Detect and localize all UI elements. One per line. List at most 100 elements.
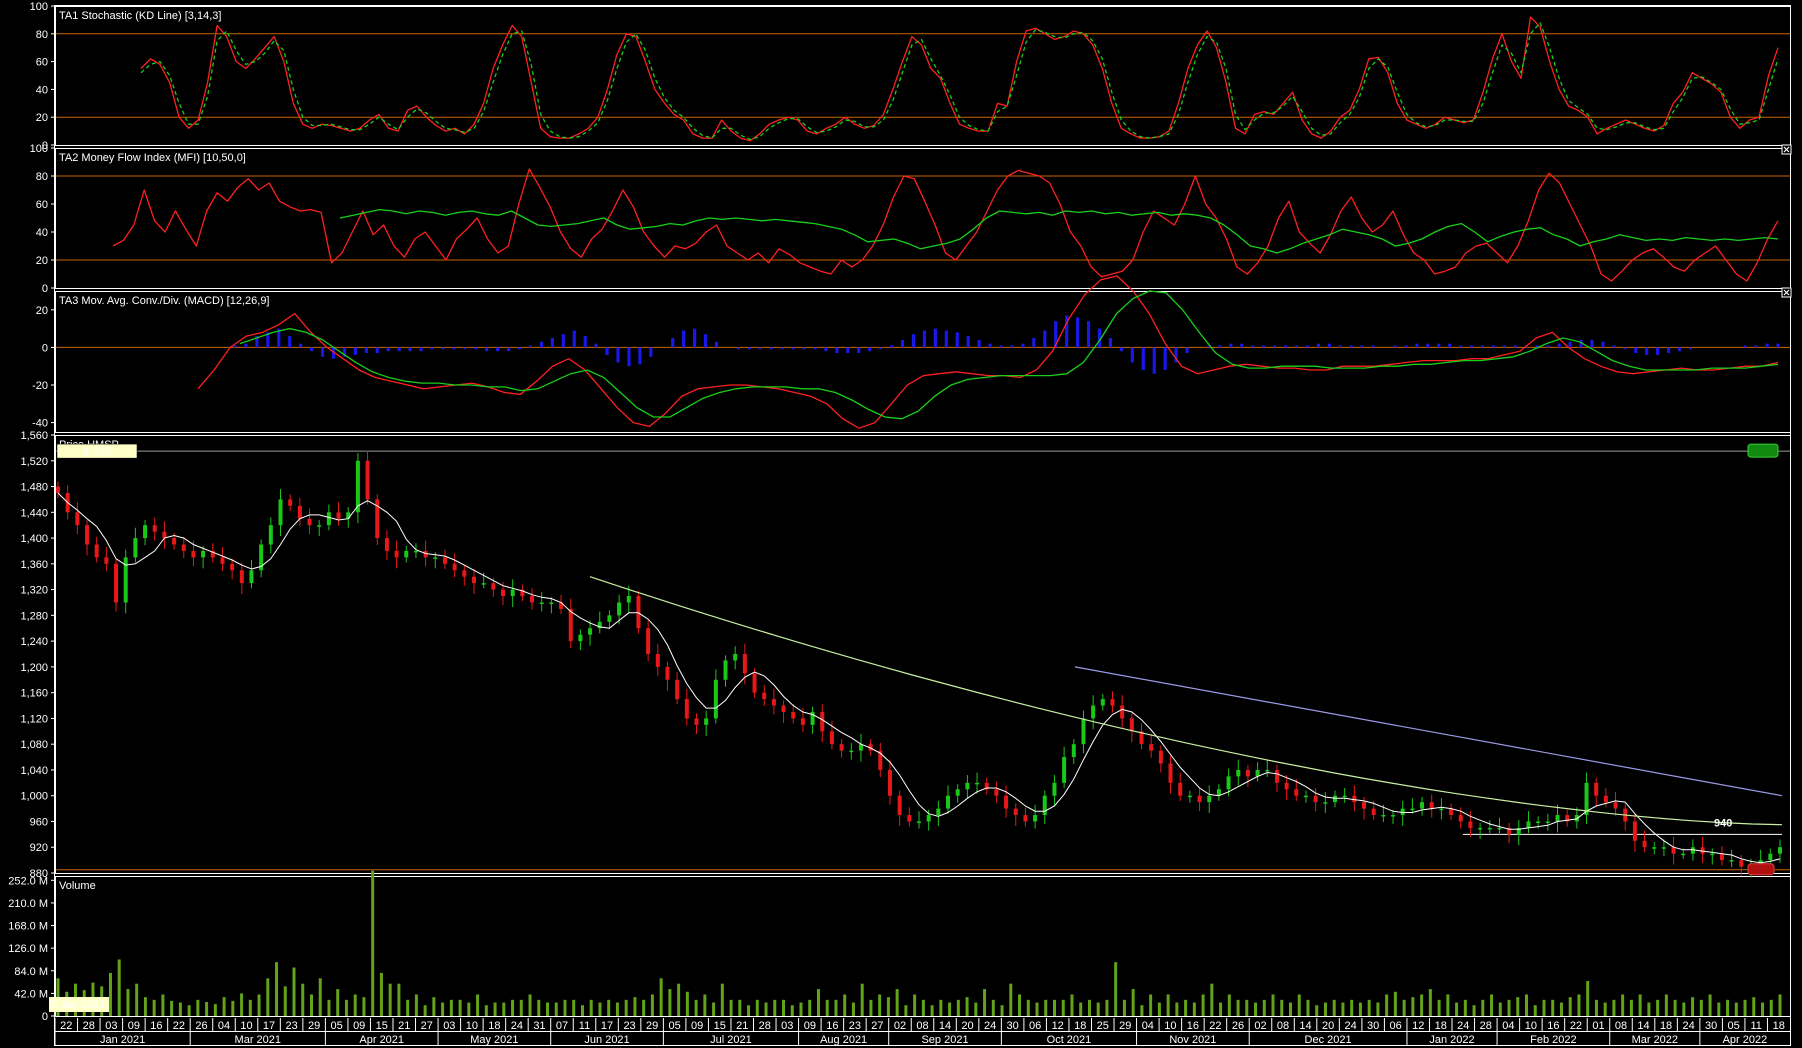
x-day-label: 18 xyxy=(1074,1020,1086,1032)
x-day-label: 09 xyxy=(691,1020,703,1032)
candle-body xyxy=(1149,744,1154,751)
price-candle xyxy=(1323,791,1328,814)
outer-frame xyxy=(54,5,1791,1046)
candle-body xyxy=(675,679,680,700)
x-day-label: 29 xyxy=(308,1020,320,1032)
price-candle xyxy=(839,739,844,758)
price-candle xyxy=(1342,787,1347,803)
x-day-label: 09 xyxy=(353,1020,365,1032)
x-day-label: 18 xyxy=(1435,1020,1447,1032)
candle-body xyxy=(1052,782,1057,796)
price-candle xyxy=(1216,784,1221,801)
y-tick-label: 126.0 M xyxy=(8,943,48,955)
candle-body xyxy=(278,499,283,526)
candle-body xyxy=(684,699,689,719)
candle-body xyxy=(1439,808,1444,811)
candle-body xyxy=(249,570,254,584)
candle-body xyxy=(1778,847,1782,854)
price-candle xyxy=(984,777,989,795)
y-tick-label: 84.0 M xyxy=(14,966,48,978)
candle-body xyxy=(887,769,892,796)
price-candle xyxy=(268,517,273,554)
candle-body xyxy=(617,602,622,616)
price-candle xyxy=(1139,723,1144,750)
candle-body xyxy=(191,550,196,558)
price-candle xyxy=(1652,842,1657,855)
candle-body xyxy=(1168,763,1173,783)
price-candle xyxy=(56,481,60,499)
price-candle xyxy=(1710,848,1715,865)
y-tick-label: 40 xyxy=(36,84,48,96)
x-day-label: 12 xyxy=(1052,1020,1064,1032)
candle-body xyxy=(1739,860,1744,867)
x-day-label: 22 xyxy=(173,1020,185,1032)
x-day-label: 11 xyxy=(1750,1020,1761,1032)
candle-body xyxy=(181,544,186,551)
y-tick-label: 1,080 xyxy=(20,739,48,751)
candle-body xyxy=(220,557,225,564)
x-day-label: 24 xyxy=(1682,1020,1694,1032)
price-candle xyxy=(1091,695,1096,730)
x-day-label: 27 xyxy=(421,1020,433,1032)
candle-body xyxy=(326,512,331,526)
chart-stage[interactable]: TA1 Stochastic (KD Line) [3,14,3] 0 20 40 60… xyxy=(0,0,1802,1048)
price-candle xyxy=(675,672,680,705)
price-candle xyxy=(1545,813,1550,831)
panel-frame xyxy=(55,291,1791,433)
candle-body xyxy=(791,711,796,719)
x-day-label: 18 xyxy=(1773,1020,1785,1032)
candle-body xyxy=(771,699,776,706)
price-candle xyxy=(917,811,921,829)
price-candle xyxy=(1187,790,1192,803)
candle-body xyxy=(1303,795,1308,798)
price-candle xyxy=(384,530,389,560)
x-day-label: 01 xyxy=(1592,1020,1604,1032)
candle-body xyxy=(1100,699,1105,706)
candle-body xyxy=(230,563,235,571)
candle-body xyxy=(471,576,476,584)
price-candle xyxy=(394,540,399,569)
x-day-label: 26 xyxy=(195,1020,207,1032)
price-candle xyxy=(607,610,612,629)
price-candle xyxy=(762,684,767,707)
y-tick-label: 1,000 xyxy=(20,791,48,803)
candle-body xyxy=(1652,847,1657,849)
x-day-label: 22 xyxy=(60,1020,72,1032)
candle-body xyxy=(1420,802,1425,809)
low-marker xyxy=(1747,863,1775,876)
x-month-label: Jul 2021 xyxy=(710,1034,752,1046)
y-tick-label: 1,480 xyxy=(20,482,48,494)
y-tick-label: 1,120 xyxy=(20,713,48,725)
y-tick-label: 40 xyxy=(36,227,48,239)
price-candle xyxy=(1439,798,1444,820)
price-candle xyxy=(849,742,854,760)
price-candle xyxy=(355,453,360,524)
x-day-label: 10 xyxy=(1164,1020,1176,1032)
candle-body xyxy=(1313,795,1318,803)
price-candle xyxy=(530,588,535,610)
candle-body xyxy=(1236,769,1241,777)
candle-body xyxy=(955,789,960,796)
y-tick-label: 42.0 M xyxy=(14,988,48,1000)
candle-body xyxy=(742,654,747,674)
candle-body xyxy=(491,583,496,590)
price-candle xyxy=(143,520,148,546)
panel-2: TA3 Mov. Avg. Conv./Div. (MACD) [12,26,9… xyxy=(32,287,1792,433)
y-tick-label: 960 xyxy=(30,816,48,828)
y-tick-label: 1,280 xyxy=(20,610,48,622)
close-button[interactable] xyxy=(1781,144,1792,155)
x-day-label: 03 xyxy=(443,1020,455,1032)
candle-body xyxy=(143,525,148,539)
series-line-1 xyxy=(140,22,1779,141)
price-candle xyxy=(1004,785,1009,818)
candle-body xyxy=(1603,795,1608,803)
candle-body xyxy=(1391,815,1396,817)
price-candle xyxy=(452,553,457,578)
x-day-label: 18 xyxy=(1660,1020,1672,1032)
price-candle xyxy=(897,790,902,826)
close-button[interactable] xyxy=(1781,287,1792,298)
price-candle xyxy=(1168,755,1173,794)
price-candle xyxy=(1449,803,1454,821)
price-candle xyxy=(694,713,699,734)
x-month-label: Jun 2021 xyxy=(584,1034,629,1046)
